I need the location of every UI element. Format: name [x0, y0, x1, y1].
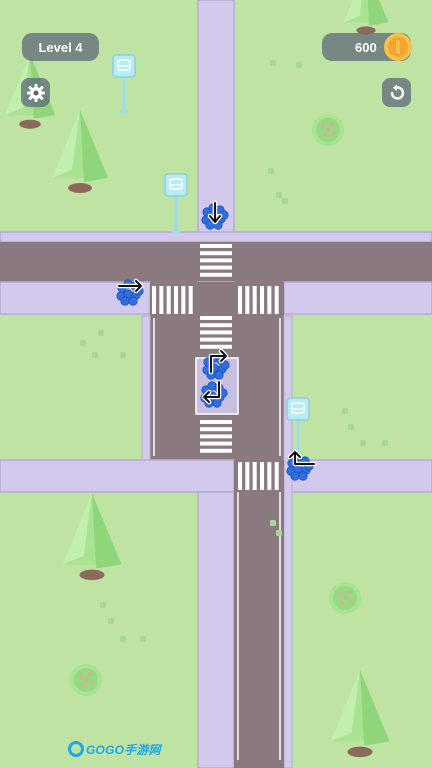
- pebble: [382, 440, 388, 446]
- crosswalk-stripe: [238, 462, 243, 490]
- crosswalk-stripe: [200, 441, 232, 446]
- pebble: [268, 168, 274, 174]
- crosswalk-stripe: [200, 344, 232, 349]
- crosswalk-stripe: [200, 330, 232, 335]
- bush: [312, 114, 344, 146]
- crosswalk-stripe: [200, 434, 232, 439]
- watermark-icon: [68, 741, 84, 757]
- crosswalk-stripe: [245, 462, 250, 490]
- crosswalk-stripe: [260, 462, 265, 490]
- pebble: [108, 618, 114, 624]
- crosswalk-stripe: [274, 286, 279, 314]
- crosswalk-stripe: [200, 244, 232, 248]
- game-board[interactable]: [0, 0, 432, 768]
- restart-button[interactable]: [382, 78, 411, 107]
- sidewalk-east-mid: [283, 281, 432, 315]
- crosswalk-stripe: [267, 286, 272, 314]
- crosswalk-stripe: [274, 462, 279, 490]
- pebble: [276, 192, 282, 198]
- sidewalk-south-east: [283, 315, 293, 768]
- crosswalk-stripe: [200, 265, 232, 270]
- crosswalk-stripe: [200, 323, 232, 328]
- crosswalk-stripe: [252, 286, 257, 314]
- settings-button[interactable]: [21, 78, 50, 107]
- crosswalk-stripe: [252, 462, 257, 490]
- crosswalk-stripe: [200, 448, 232, 453]
- coin-icon: [384, 33, 412, 61]
- pebble: [348, 424, 354, 430]
- sidewalk-south: [197, 491, 235, 768]
- sidewalk-west-low: [0, 459, 235, 493]
- crosswalk-stripe: [200, 337, 232, 342]
- bush: [70, 664, 102, 696]
- pebble: [296, 62, 302, 68]
- crosswalk-stripe: [181, 286, 186, 314]
- pebble: [270, 60, 276, 66]
- crosswalk-stripe: [200, 258, 232, 263]
- watermark-logo: GOGO手游网: [68, 738, 161, 760]
- road-vertical-south: [234, 460, 284, 768]
- crosswalk-stripe: [245, 286, 250, 314]
- sidewalk-west-edge: [141, 315, 151, 461]
- crosswalk-stripe: [188, 286, 193, 314]
- pebble: [100, 602, 106, 608]
- pebble: [270, 520, 276, 526]
- watermark-text: GOGO手游网: [86, 742, 161, 757]
- gear-icon: [26, 83, 45, 102]
- crosswalk-stripe: [159, 286, 164, 314]
- crosswalk-stripe: [267, 462, 272, 490]
- game-screen: Level 4 600 GOGO手游网: [0, 0, 432, 768]
- pebble: [140, 636, 146, 642]
- pebble: [282, 198, 288, 204]
- sidewalk-north: [197, 0, 235, 235]
- crosswalk-stripe: [200, 316, 232, 320]
- crosswalk-stripe: [200, 420, 232, 424]
- restart-icon: [390, 84, 404, 100]
- crosswalk-stripe: [200, 272, 232, 277]
- crosswalk-stripe: [238, 286, 243, 314]
- crosswalk-stripe: [166, 286, 171, 314]
- crosswalk-stripe: [174, 286, 179, 314]
- coin-counter: 600: [322, 33, 412, 61]
- pebble: [360, 440, 366, 446]
- crosswalk-stripe: [260, 286, 265, 314]
- level-label: Level 4: [38, 39, 83, 55]
- level-indicator: Level 4: [22, 33, 99, 61]
- pebble: [276, 530, 282, 536]
- pebble: [342, 408, 348, 414]
- pebble: [120, 352, 126, 358]
- crosswalk-stripe: [200, 427, 232, 432]
- coin-count: 600: [355, 39, 377, 55]
- sidewalk-top-strip: [0, 231, 432, 243]
- pebble: [120, 636, 126, 642]
- pebble: [92, 352, 98, 358]
- pebble: [98, 330, 104, 336]
- bush: [329, 582, 361, 614]
- crosswalk-stripe: [200, 251, 232, 256]
- pebble: [80, 340, 86, 346]
- crosswalk-stripe: [152, 286, 157, 314]
